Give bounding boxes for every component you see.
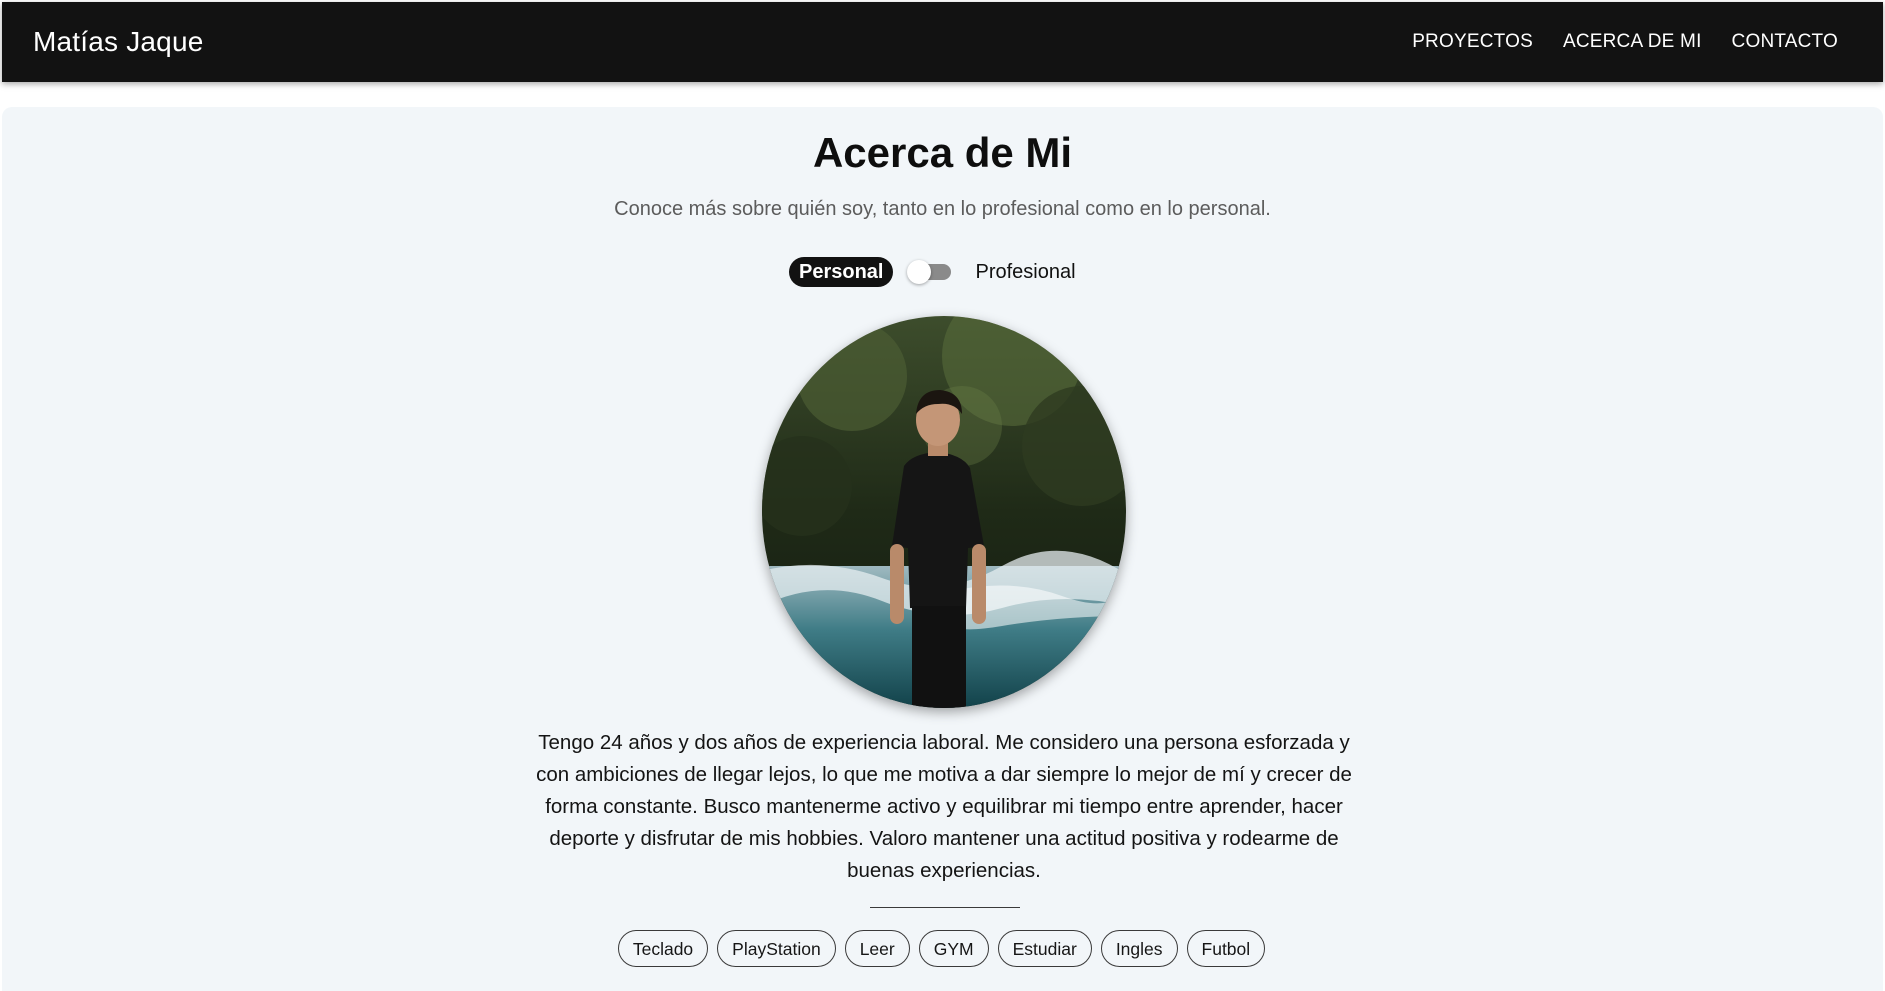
hobby-tag-teclado: Teclado xyxy=(617,930,709,967)
hobby-tag-leer: Leer xyxy=(844,930,910,967)
switch-knob xyxy=(907,260,932,284)
about-section: Acerca de Mi Conoce más sobre quién soy,… xyxy=(2,107,1883,991)
hobby-tags: Teclado PlayStation Leer GYM Estudiar In… xyxy=(1,930,1882,967)
hobby-tag-futbol: Futbol xyxy=(1186,930,1266,967)
divider xyxy=(870,907,1020,908)
hobby-tag-estudiar: Estudiar xyxy=(997,930,1092,967)
bio-text: Tengo 24 años y dos años de experiencia … xyxy=(536,731,1352,882)
nav-link-acerca-de-mi[interactable]: ACERCA DE MI xyxy=(1563,31,1702,53)
hobby-tag-ingles: Ingles xyxy=(1100,930,1178,967)
hobby-tag-gym: GYM xyxy=(918,930,989,967)
nav-links: PROYECTOS ACERCA DE MI CONTACTO xyxy=(1412,31,1838,53)
page-subtitle: Conoce más sobre quién soy, tanto en lo … xyxy=(614,198,1271,220)
nav-link-proyectos[interactable]: PROYECTOS xyxy=(1412,31,1533,53)
toggle-label-profesional[interactable]: Profesional xyxy=(975,261,1075,284)
top-navbar: Matías Jaque PROYECTOS ACERCA DE MI CONT… xyxy=(2,2,1883,82)
profile-photo xyxy=(762,316,1126,708)
personal-profesional-switch[interactable] xyxy=(907,260,952,284)
mode-toggle: Personal Profesional xyxy=(789,257,1076,287)
hobby-tag-playstation: PlayStation xyxy=(717,930,836,967)
brand-link[interactable]: Matías Jaque xyxy=(33,26,204,58)
nav-link-contacto[interactable]: CONTACTO xyxy=(1732,31,1838,53)
toggle-label-personal[interactable]: Personal xyxy=(789,257,894,287)
profile-photo-illustration xyxy=(762,316,1126,708)
page-title: Acerca de Mi xyxy=(812,129,1073,176)
